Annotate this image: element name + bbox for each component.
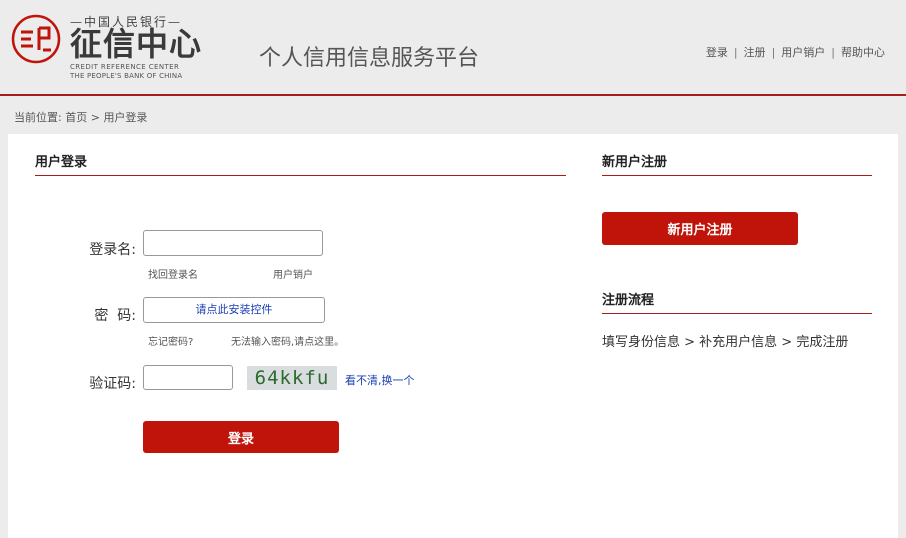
cancel-account-link[interactable]: 用户销户: [273, 266, 313, 281]
find-login-name-link[interactable]: 找回登录名: [148, 266, 198, 281]
password-label: 密 码:: [94, 308, 136, 324]
main-panel: 用户登录 登录名: 找回登录名 用户销户 密 码: 请点此安装控件 忘记密码? …: [8, 134, 898, 538]
nav-help-link[interactable]: 帮助中心: [841, 46, 885, 59]
password-security-control[interactable]: 请点此安装控件: [143, 297, 325, 323]
captcha-label: 验证码:: [89, 376, 136, 392]
breadcrumb: 当前位置: 首页 > 用户登录: [14, 109, 147, 125]
username-input[interactable]: [143, 230, 323, 256]
breadcrumb-current: 用户登录: [103, 111, 148, 124]
nav-register-link[interactable]: 注册: [744, 46, 766, 59]
site-header: —中国人民银行— 征信中心 CREDIT REFERENCE CENTER TH…: [0, 0, 906, 96]
captcha-input[interactable]: [143, 365, 233, 390]
nav-separator: |: [771, 46, 776, 59]
username-label: 登录名:: [89, 242, 136, 258]
captcha-image[interactable]: 64kkfu: [247, 366, 337, 390]
logo-english-line2: THE PEOPLE'S BANK OF CHINA: [70, 72, 183, 80]
register-section-title: 新用户注册: [602, 155, 668, 170]
login-button[interactable]: 登录: [143, 421, 339, 453]
nav-separator: |: [831, 46, 835, 59]
nav-separator: |: [733, 46, 738, 59]
register-flow-divider: [602, 313, 872, 314]
nav-cancel-account-link[interactable]: 用户销户: [781, 46, 825, 59]
login-section-title: 用户登录: [35, 155, 88, 170]
nav-login-link[interactable]: 登录: [706, 46, 728, 59]
platform-title: 个人信用信息服务平台: [259, 46, 480, 71]
credit-center-logo-icon: [11, 14, 61, 64]
breadcrumb-prefix: 当前位置:: [14, 111, 62, 124]
register-section-divider: [602, 175, 872, 176]
cannot-input-password-link[interactable]: 无法输入密码,请点这里。: [231, 333, 344, 348]
forgot-password-link[interactable]: 忘记密码?: [148, 333, 193, 348]
register-flow-steps: 填写身份信息 > 补充用户信息 > 完成注册: [602, 335, 849, 350]
top-nav: 登录 | 注册 | 用户销户 | 帮助中心: [706, 44, 885, 60]
breadcrumb-home-link[interactable]: 首页: [65, 111, 87, 124]
captcha-refresh-link[interactable]: 看不清,换一个: [345, 372, 415, 388]
login-section-divider: [35, 175, 566, 176]
breadcrumb-separator: >: [90, 111, 100, 124]
register-flow-title: 注册流程: [602, 293, 655, 308]
new-user-register-button[interactable]: 新用户注册: [602, 212, 798, 245]
logo-title: 征信中心: [70, 25, 203, 63]
logo-english-line1: CREDIT REFERENCE CENTER: [70, 63, 180, 71]
